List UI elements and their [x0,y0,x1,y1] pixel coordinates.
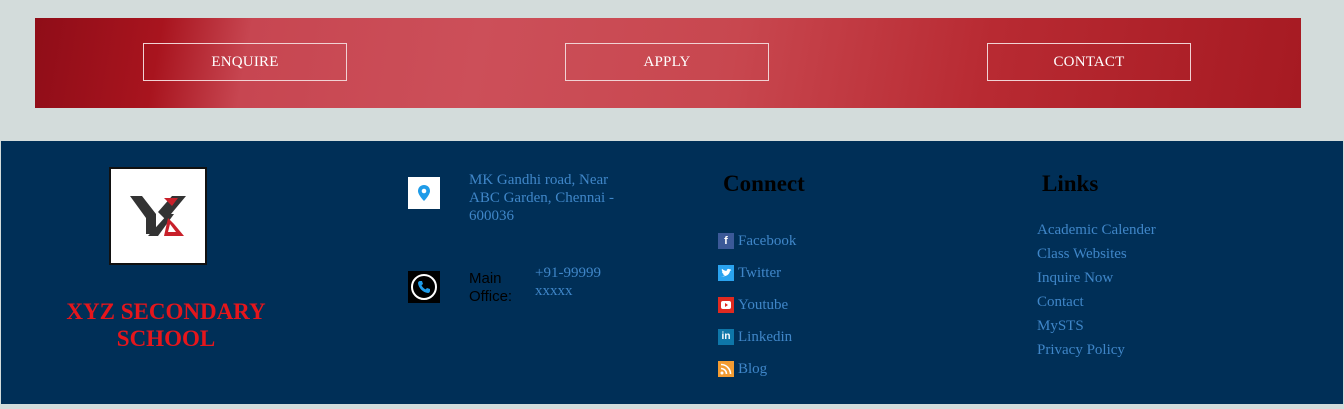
list-item: Privacy Policy [1037,338,1156,362]
school-logo-mark [130,196,186,236]
youtube-icon [718,297,734,313]
address-text: MK Gandhi road, Near ABC Garden, Chennai… [469,172,614,224]
social-link-facebook[interactable]: f Facebook [718,225,796,257]
list-item: Class Websites [1037,242,1156,266]
social-link-youtube[interactable]: Youtube [718,289,796,321]
list-item: Inquire Now [1037,266,1156,290]
location-pin-icon [408,177,440,209]
contact-button[interactable]: CONTACT [987,43,1191,81]
school-logo[interactable] [109,167,207,265]
facebook-link[interactable]: Facebook [738,233,796,250]
link-class-websites[interactable]: Class Websites [1037,246,1127,262]
youtube-link[interactable]: Youtube [738,297,788,314]
links-heading: Links [1042,171,1099,196]
link-contact[interactable]: Contact [1037,294,1084,310]
connect-heading: Connect [723,171,805,196]
site-footer: XYZ SECONDARY SCHOOL MK Gandhi road, Nea… [1,141,1343,404]
list-item: Academic Calender [1037,218,1156,242]
social-link-twitter[interactable]: Twitter [718,257,796,289]
phone-icon [408,271,440,303]
link-academic-calender[interactable]: Academic Calender [1037,222,1156,238]
facebook-icon: f [718,233,734,249]
footer-links-list: Academic Calender Class Websites Inquire… [1037,218,1156,362]
list-item: MySTS [1037,314,1156,338]
twitter-link[interactable]: Twitter [738,265,781,282]
link-mysts[interactable]: MySTS [1037,318,1084,334]
office-label: Main Office: [469,270,513,305]
rss-icon [718,361,734,377]
link-inquire-now[interactable]: Inquire Now [1037,270,1113,286]
social-link-linkedin[interactable]: in Linkedin [718,321,796,353]
linkedin-icon: in [718,329,734,345]
phone-number[interactable]: +91-99999 xxxxx [535,264,625,300]
list-item: Contact [1037,290,1156,314]
link-privacy-policy[interactable]: Privacy Policy [1037,342,1125,358]
enquire-button[interactable]: ENQUIRE [143,43,347,81]
apply-button[interactable]: APPLY [565,43,769,81]
blog-link[interactable]: Blog [738,361,767,378]
twitter-icon [718,265,734,281]
linkedin-link[interactable]: Linkedin [738,329,792,346]
school-name: XYZ SECONDARY SCHOOL [66,299,266,351]
social-link-blog[interactable]: Blog [718,353,796,385]
cta-banner: ENQUIRE APPLY CONTACT [35,18,1301,108]
social-links-list: f Facebook Twitter Youtube in Linkedin B… [718,225,796,385]
